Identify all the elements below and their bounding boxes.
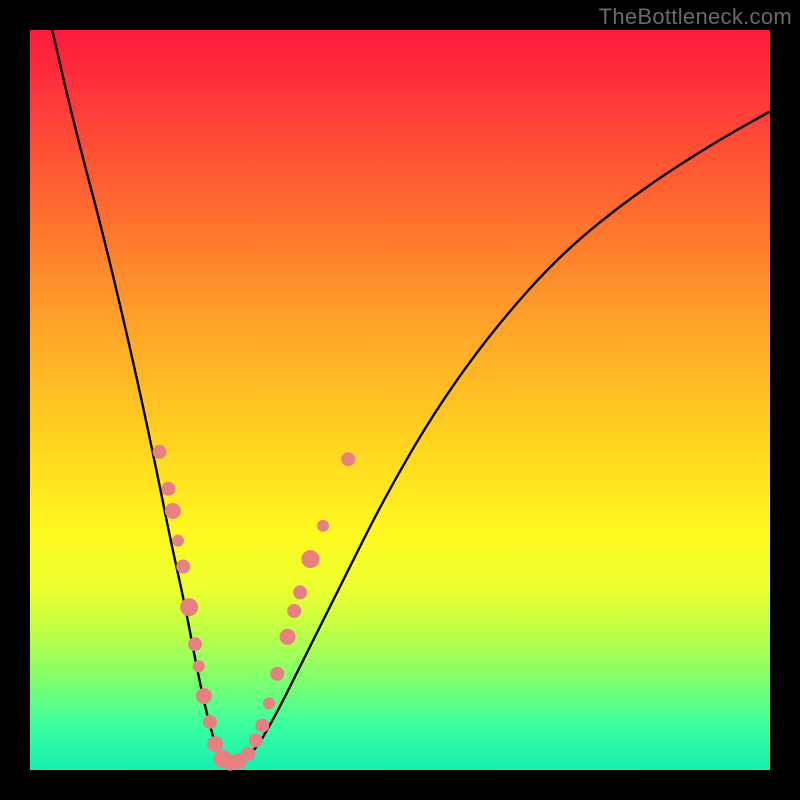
data-marker [203,715,217,729]
data-marker [176,560,190,574]
data-marker [165,503,181,519]
watermark-text: TheBottleneck.com [599,4,792,30]
curve-line [52,30,770,764]
data-marker [255,719,269,733]
curve-markers [153,445,356,771]
data-marker [341,452,355,466]
data-marker [172,535,184,547]
chart-overlay [30,30,770,770]
data-marker [161,482,175,496]
data-marker [207,736,223,752]
data-marker [280,629,296,645]
data-marker [293,585,307,599]
data-marker [263,697,275,709]
data-marker [270,667,284,681]
data-marker [241,747,255,761]
data-marker [317,520,329,532]
data-marker [301,550,319,568]
data-marker [249,733,263,747]
bottleneck-curve [52,30,770,764]
data-marker [196,688,212,704]
chart-frame: TheBottleneck.com [0,0,800,800]
data-marker [193,660,205,672]
data-marker [180,598,198,616]
data-marker [287,604,301,618]
data-marker [153,445,167,459]
data-marker [188,637,202,651]
